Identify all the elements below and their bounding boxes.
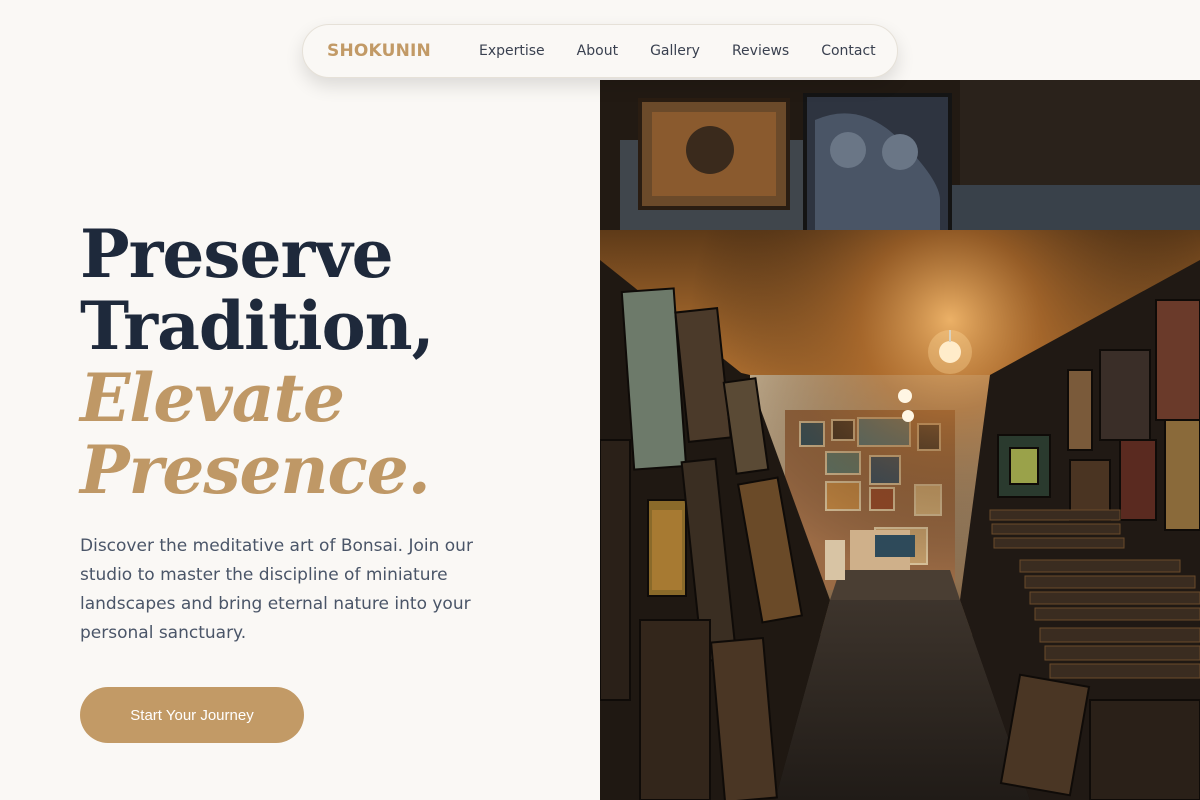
- nav-link-reviews[interactable]: Reviews: [732, 43, 789, 59]
- nav-link-about[interactable]: About: [577, 43, 618, 59]
- nav-link-gallery[interactable]: Gallery: [650, 43, 700, 59]
- top-nav: SHOKUNIN Expertise About Gallery Reviews…: [302, 24, 898, 78]
- hero-description: Discover the meditative art of Bonsai. J…: [80, 536, 473, 643]
- hero-title-line-2: Tradition,: [80, 287, 435, 365]
- gallery-photo-illustration: [600, 80, 1200, 800]
- hero-title: Preserve Tradition, Elevate Presence.: [80, 215, 435, 509]
- hero-image: [600, 80, 1200, 800]
- brand-logo[interactable]: SHOKUNIN: [327, 41, 431, 61]
- hero-accent-line-2: Presence.: [80, 431, 431, 509]
- nav-links: Expertise About Gallery Reviews Contact: [479, 43, 876, 59]
- hero-accent-line-1: Elevate: [80, 359, 345, 437]
- nav-link-contact[interactable]: Contact: [821, 43, 875, 59]
- nav-link-expertise[interactable]: Expertise: [479, 43, 545, 59]
- hero-title-line-1: Preserve: [80, 215, 394, 293]
- start-journey-button[interactable]: Start Your Journey: [80, 687, 304, 743]
